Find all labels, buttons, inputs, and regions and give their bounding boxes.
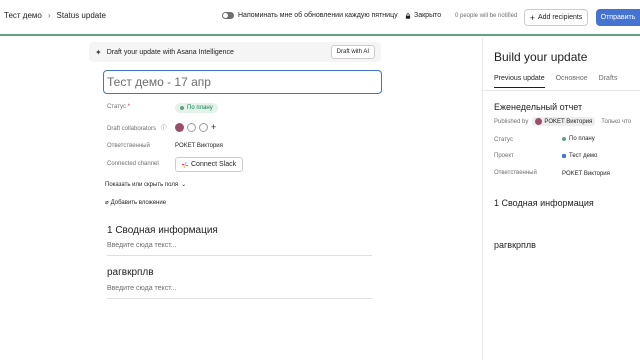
author-name: POKET Виктория — [544, 118, 593, 125]
build-update-panel: Build your update Previous update Основн… — [482, 38, 640, 360]
tab-previous-update[interactable]: Previous update — [494, 75, 545, 88]
sparkle-icon: ✦ — [95, 47, 102, 57]
owner-field-label: Ответственный — [107, 143, 150, 149]
slack-icon — [182, 161, 188, 168]
lock-icon — [405, 12, 411, 19]
section-title[interactable]: 1 Сводная информация — [107, 225, 218, 236]
status-pill-label: По плану — [187, 105, 213, 111]
panel-project-label: Проект — [494, 153, 514, 159]
notify-count: 0 people will be notified — [455, 13, 518, 19]
send-button[interactable]: Отправить — [596, 9, 640, 26]
owner-value[interactable]: POKET Виктория — [175, 143, 223, 149]
channel-field-label: Connected channel — [107, 161, 159, 167]
collaborators-label: Draft collaborators — [107, 126, 157, 132]
report-title: Еженедельный отчет — [494, 102, 583, 112]
avatar — [535, 118, 543, 125]
tab-main[interactable]: Основное — [556, 75, 588, 88]
panel-project-value[interactable]: Тест демо — [562, 153, 597, 159]
breadcrumb-current: Status update — [56, 11, 106, 20]
ai-banner-text: Draft your update with Asana Intelligenc… — [106, 48, 234, 56]
show-hide-fields[interactable]: Показать или скрыть поля ⌄ — [105, 181, 187, 189]
section-title[interactable]: рагвкрплв — [107, 267, 154, 278]
status-pill-label: По плану — [569, 136, 595, 142]
divider — [107, 298, 372, 299]
status-field-label: Статус * — [107, 104, 130, 110]
panel-project-name: Тест демо — [569, 153, 598, 159]
divider — [483, 90, 640, 91]
panel-section-title: рагвкрплв — [494, 240, 536, 250]
chevron-down-icon: ⌄ — [181, 182, 187, 188]
panel-section-title: 1 Сводная информация — [494, 198, 594, 208]
reminder-label: Напоминать мне об обновлении каждую пятн… — [238, 12, 398, 19]
published-by-label: Published by — [494, 118, 529, 125]
status-label: Статус — [107, 104, 126, 110]
published-line: Published by POKET Виктория Только что — [494, 117, 631, 126]
required-marker: * — [127, 104, 130, 110]
panel-status-label: Статус — [494, 137, 513, 143]
connect-slack-button[interactable]: Connect Slack — [175, 157, 244, 172]
reminder-toggle[interactable]: Напоминать мне об обновлении каждую пятн… — [222, 12, 398, 19]
status-value[interactable]: По плану — [175, 103, 218, 113]
paperclip-icon: ⌀ — [105, 200, 109, 206]
avatar[interactable] — [175, 122, 184, 132]
status-pill[interactable]: По плану — [175, 103, 218, 113]
status-dot — [180, 106, 184, 110]
update-title-input[interactable]: Тест демо - 17 апр — [103, 70, 382, 94]
show-hide-label: Показать или скрыть поля — [105, 181, 179, 188]
status-dot — [562, 137, 566, 141]
status-pill: По плану — [562, 136, 595, 142]
empty-avatar-icon[interactable] — [199, 122, 208, 132]
panel-status-value: По плану — [562, 136, 595, 142]
connect-slack-label: Connect Slack — [191, 161, 237, 168]
info-icon[interactable]: ⓘ — [161, 126, 167, 132]
published-time: Только что — [601, 118, 632, 125]
panel-owner-label: Ответственный — [494, 170, 537, 176]
tab-drafts[interactable]: Drafts — [599, 75, 618, 88]
add-attachment-label: Добавить вложение — [110, 199, 167, 206]
add-attachment[interactable]: ⌀ Добавить вложение — [105, 199, 167, 207]
ai-banner: ✦ Draft your update with Asana Intellige… — [89, 42, 381, 62]
section-text-input[interactable]: Введите сюда текст... — [107, 285, 176, 292]
add-collaborator-icon[interactable]: + — [211, 122, 216, 132]
collaborators-value: + — [175, 122, 216, 132]
divider — [107, 255, 372, 256]
section-text-input[interactable]: Введите сюда текст... — [107, 242, 176, 249]
privacy-label: Закрыто — [414, 12, 442, 19]
breadcrumb-project[interactable]: Тест демо — [4, 11, 42, 20]
toggle-switch[interactable] — [222, 12, 234, 19]
plus-icon: + — [529, 12, 535, 23]
add-recipients-button[interactable]: + Add recipients — [524, 9, 588, 26]
draft-with-ai-button[interactable]: Draft with AI — [330, 45, 375, 59]
panel-title: Build your update — [494, 50, 588, 64]
chevron-right-icon: › — [47, 11, 51, 20]
breadcrumb: Тест демо › Status update — [4, 11, 106, 20]
project-color-icon — [562, 154, 566, 158]
collaborators-field-label: Draft collaborators ⓘ — [107, 123, 167, 132]
empty-avatar-icon[interactable] — [187, 122, 196, 132]
panel-owner-value: POKET Виктория — [562, 171, 610, 177]
panel-tabs: Previous update Основное Drafts — [494, 75, 628, 88]
add-recipients-label: Add recipients — [537, 14, 583, 21]
top-bar: Тест демо › Status update Напоминать мне… — [0, 0, 640, 36]
privacy-setting[interactable]: Закрыто — [405, 12, 441, 19]
channel-value: Connect Slack — [175, 157, 244, 172]
author-chip[interactable]: POKET Виктория — [532, 117, 596, 126]
